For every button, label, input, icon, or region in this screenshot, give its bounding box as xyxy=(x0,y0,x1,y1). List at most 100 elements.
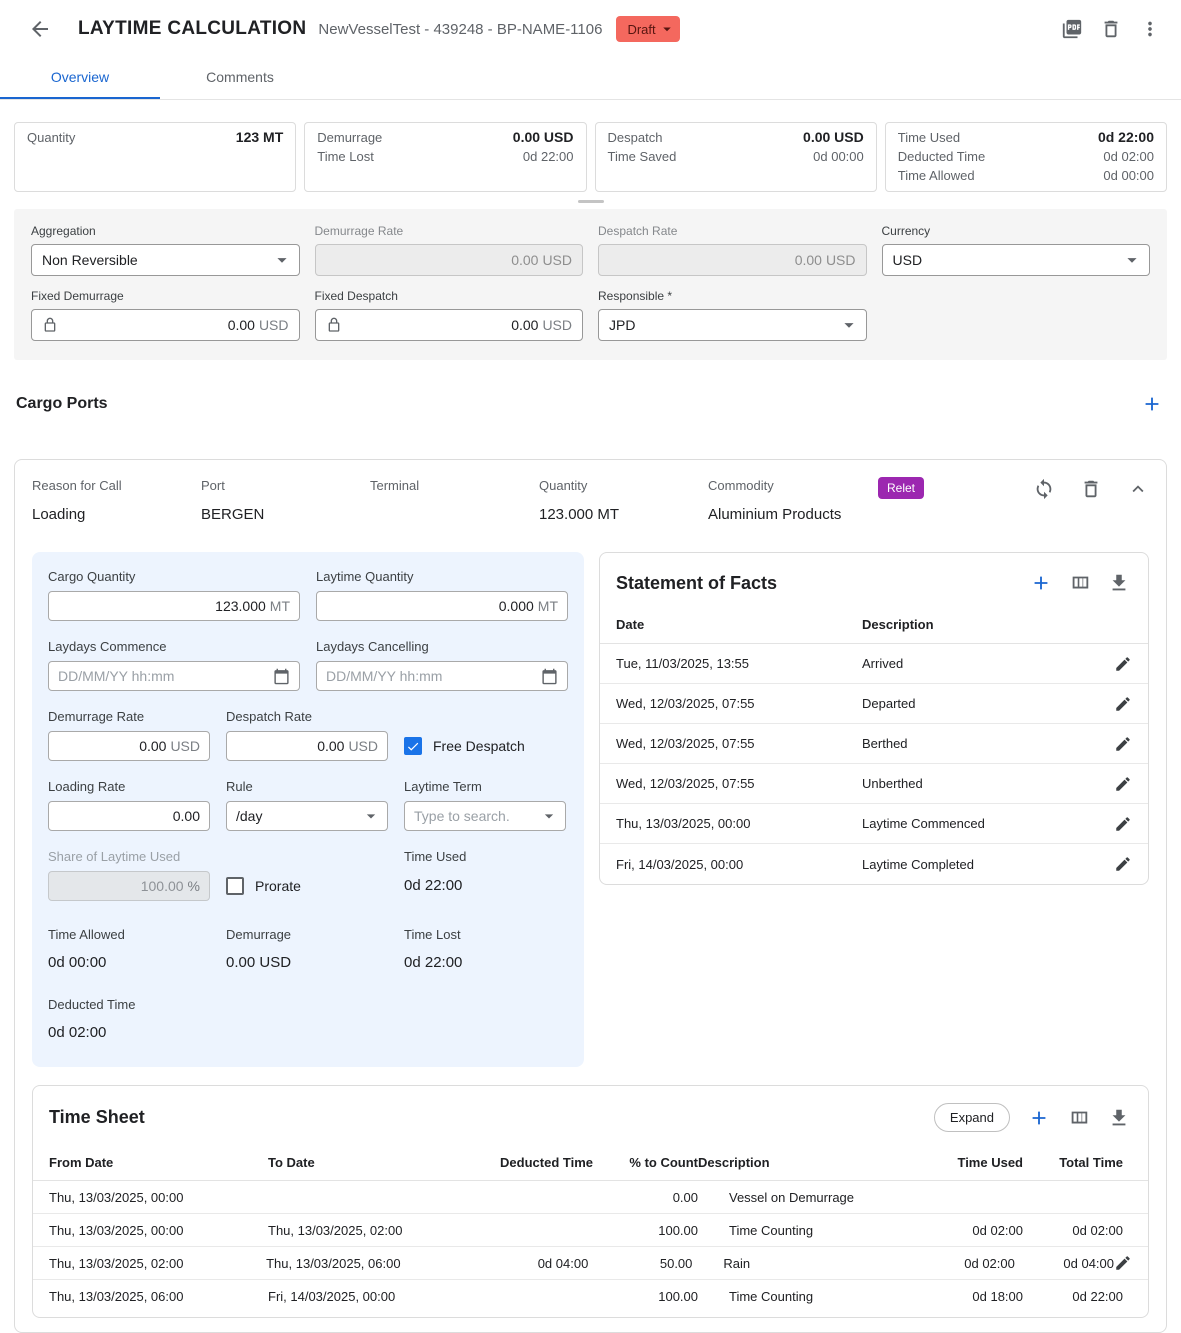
laytime-term-select[interactable]: Type to search. xyxy=(404,801,566,831)
field-label: Currency xyxy=(882,224,1151,238)
field-label: Laydays Commence xyxy=(48,639,300,654)
port-demurrage-rate-input[interactable]: 0.00 USD xyxy=(48,731,210,761)
summary-value: 0d 22:00 xyxy=(523,147,574,166)
edit-icon[interactable] xyxy=(1114,655,1132,673)
calendar-icon[interactable] xyxy=(273,668,290,685)
field-value xyxy=(370,506,539,524)
edit-icon[interactable] xyxy=(1114,695,1132,713)
cargo-quantity-field: Cargo Quantity 123.000 MT xyxy=(48,569,300,621)
sof-date: Fri, 14/03/2025, 00:00 xyxy=(616,857,862,872)
tab-overview[interactable]: Overview xyxy=(0,58,160,99)
port-card: Reason for Call Loading Port BERGEN Term… xyxy=(14,459,1167,1333)
edit-icon[interactable] xyxy=(1114,735,1132,753)
port-despatch-rate-input[interactable]: 0.00 USD xyxy=(226,731,388,761)
column-header-description: Description xyxy=(698,1147,913,1180)
calendar-icon[interactable] xyxy=(541,668,558,685)
summary-cards: Quantity 123 MT Demurrage 0.00 USD Time … xyxy=(14,122,1167,192)
laytime-quantity-input[interactable]: 0.000 MT xyxy=(316,591,568,621)
laydays-commence-input[interactable]: DD/MM/YY hh:mm xyxy=(48,661,300,691)
cargo-quantity-input[interactable]: 123.000 MT xyxy=(48,591,300,621)
page-subtitle: NewVesselTest - 439248 - BP-NAME-1106 xyxy=(318,21,602,38)
port-detail: Cargo Quantity 123.000 MT Laytime Quanti… xyxy=(32,552,1149,1067)
tab-bar: Overview Comments xyxy=(0,58,1181,100)
export-pdf-icon[interactable] xyxy=(1061,18,1083,40)
download-icon[interactable] xyxy=(1108,572,1130,594)
edit-icon[interactable] xyxy=(1114,1254,1132,1272)
sof-row: Wed, 12/03/2025, 07:55 Unberthed xyxy=(600,764,1148,804)
expand-button[interactable]: Expand xyxy=(934,1103,1010,1132)
rule-select[interactable]: /day xyxy=(226,801,388,831)
port-card-header: Reason for Call Loading Port BERGEN Term… xyxy=(32,478,1149,524)
fixed-despatch-input[interactable]: 0.00 USD xyxy=(315,309,584,341)
currency-field: Currency USD xyxy=(882,224,1151,276)
prorate-checkbox[interactable] xyxy=(226,877,244,895)
summary-value: 0d 00:00 xyxy=(1103,166,1154,185)
field-label: Terminal xyxy=(370,478,539,493)
free-despatch-checkbox[interactable] xyxy=(404,737,422,755)
time-allowed-stat: Time Allowed 0d 00:00 xyxy=(48,927,210,971)
fixed-demurrage-input[interactable]: 0.00 USD xyxy=(31,309,300,341)
responsible-select[interactable]: JPD xyxy=(598,309,867,341)
ts-from: Thu, 13/03/2025, 00:00 xyxy=(49,1190,268,1205)
status-dropdown[interactable]: Draft xyxy=(616,16,679,42)
time-sheet-row: Thu, 13/03/2025, 00:00 0.00 Vessel on De… xyxy=(33,1181,1148,1214)
laytime-term-field: Laytime Term Type to search. xyxy=(404,779,566,831)
field-label: Reason for Call xyxy=(32,478,201,493)
header: LAYTIME CALCULATION NewVesselTest - 4392… xyxy=(0,0,1181,58)
tab-comments[interactable]: Comments xyxy=(160,58,320,99)
summary-value: 0d 00:00 xyxy=(813,147,864,166)
sof-date: Wed, 12/03/2025, 07:55 xyxy=(616,776,862,791)
column-header-date: Date xyxy=(616,607,862,643)
add-period-icon[interactable] xyxy=(1028,1107,1050,1129)
ts-used: 0d 02:00 xyxy=(906,1256,1015,1271)
currency-select[interactable]: USD xyxy=(882,244,1151,276)
collapse-icon[interactable] xyxy=(1127,478,1149,500)
input-value: 0.00 xyxy=(511,317,538,333)
loading-rate-input[interactable]: 0.00 xyxy=(48,801,210,831)
input-value: 0.00 xyxy=(795,252,822,268)
ts-pct: 100.00 xyxy=(593,1289,698,1304)
column-header-from-date: From Date xyxy=(49,1147,268,1180)
field-label: Aggregation xyxy=(31,224,300,238)
currency-suffix: USD xyxy=(826,252,856,268)
field-label: Despatch Rate xyxy=(226,709,388,724)
ts-description: Vessel on Demurrage xyxy=(698,1190,913,1205)
add-fact-icon[interactable] xyxy=(1030,572,1052,594)
field-label: Quantity xyxy=(539,478,708,493)
input-value: 0.00 xyxy=(173,808,200,824)
ts-description: Time Counting xyxy=(698,1289,913,1304)
field-label: Demurrage Rate xyxy=(315,224,584,238)
back-icon[interactable] xyxy=(28,17,52,41)
edit-icon[interactable] xyxy=(1114,815,1132,833)
ts-used: 0d 02:00 xyxy=(913,1223,1023,1238)
column-header-to-date: To Date xyxy=(268,1147,468,1180)
column-header-time-used: Time Used xyxy=(913,1147,1023,1180)
field-label: Commodity xyxy=(708,478,878,493)
unit-suffix: MT xyxy=(270,598,290,614)
input-placeholder: DD/MM/YY hh:mm xyxy=(58,668,174,684)
add-port-icon[interactable] xyxy=(1141,393,1163,415)
time-sheet-actions: Expand xyxy=(934,1103,1130,1132)
download-icon[interactable] xyxy=(1108,1107,1130,1129)
port-demurrage-rate-field: Demurrage Rate 0.00 USD xyxy=(48,709,210,761)
currency-suffix: USD xyxy=(170,738,200,754)
summary-card-time-used: Time Used 0d 22:00 Deducted Time 0d 02:0… xyxy=(885,122,1167,192)
input-value: 0.00 xyxy=(511,252,538,268)
edit-icon[interactable] xyxy=(1114,855,1132,873)
panel-drag-handle[interactable] xyxy=(578,200,604,203)
laydays-cancelling-input[interactable]: DD/MM/YY hh:mm xyxy=(316,661,568,691)
ts-used: 0d 18:00 xyxy=(913,1289,1023,1304)
sof-date: Thu, 13/03/2025, 00:00 xyxy=(616,816,862,831)
more-menu-icon[interactable] xyxy=(1139,18,1161,40)
aggregation-select[interactable]: Non Reversible xyxy=(31,244,300,276)
select-value: /day xyxy=(236,808,262,824)
sof-date: Tue, 11/03/2025, 13:55 xyxy=(616,656,862,671)
columns-icon[interactable] xyxy=(1069,572,1091,594)
sync-icon[interactable] xyxy=(1033,478,1055,500)
columns-icon[interactable] xyxy=(1068,1107,1090,1129)
delete-icon[interactable] xyxy=(1100,18,1122,40)
time-sheet-title: Time Sheet xyxy=(49,1107,145,1128)
edit-icon[interactable] xyxy=(1114,775,1132,793)
delete-port-icon[interactable] xyxy=(1080,478,1102,500)
ts-total: 0d 22:00 xyxy=(1023,1289,1123,1304)
